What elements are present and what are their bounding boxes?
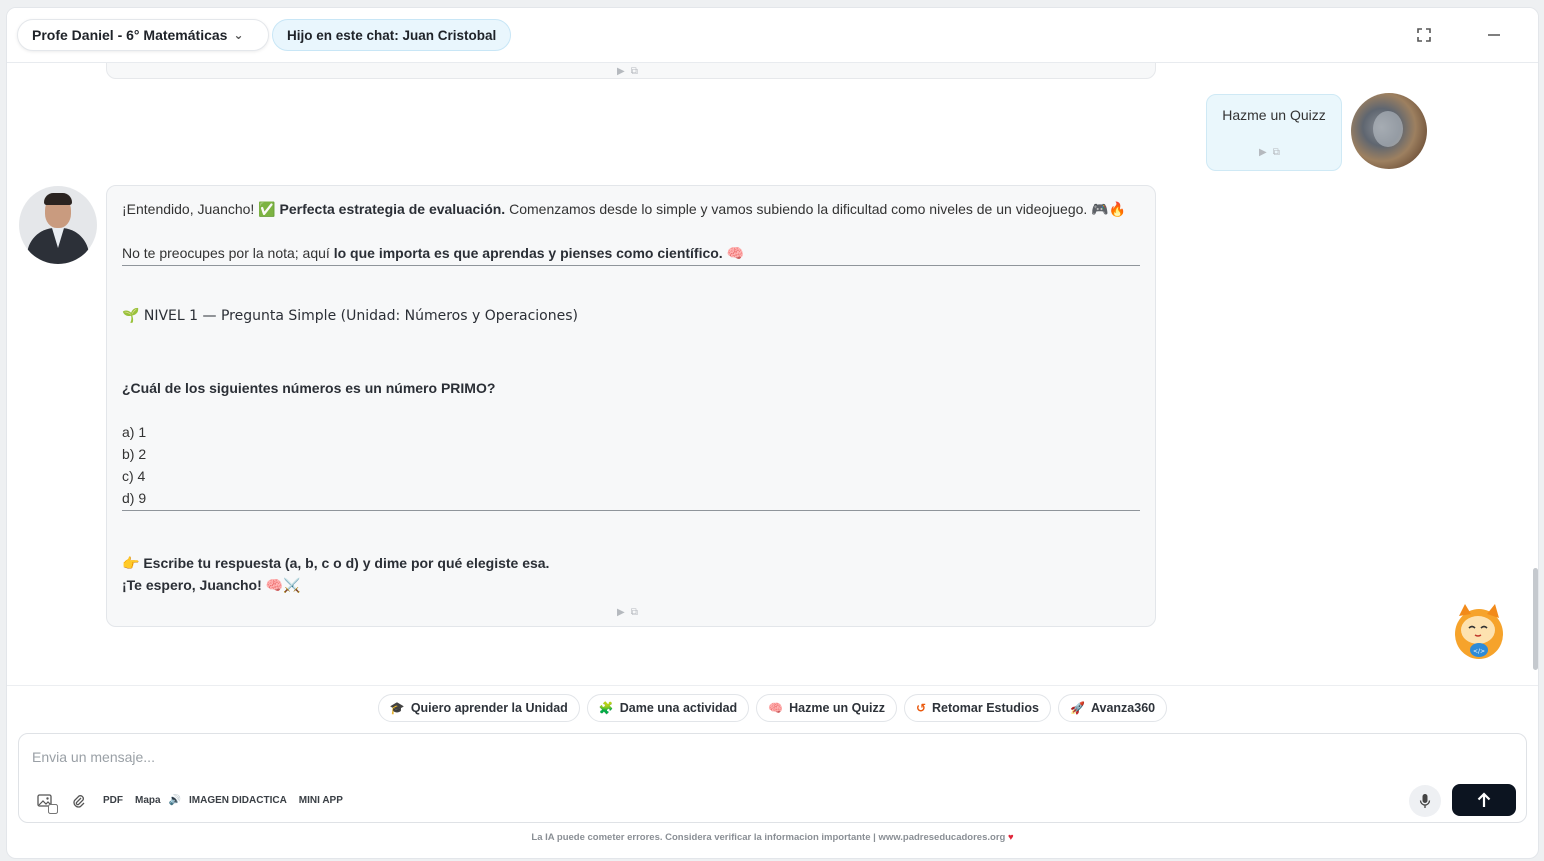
chat-header: Profe Daniel - 6° Matemáticas ⌄ Hijo en … xyxy=(7,8,1538,63)
chat-area: ▶ ⧉ Hazme un Quizz ▶ ⧉ ¡Entendido, Juanc… xyxy=(7,63,1538,685)
quick-action-avanza360[interactable]: 🚀 Avanza360 xyxy=(1058,694,1168,722)
quick-action-resume[interactable]: ↺ Retomar Estudios xyxy=(903,694,1051,722)
refresh-icon: ↺ xyxy=(915,701,927,715)
closing-line: ¡Te espero, Juancho! 🧠⚔️ xyxy=(122,577,301,593)
play-icon[interactable]: ▶ xyxy=(617,66,625,77)
composer-tools: PDF Mapa 🔊 IMAGEN DIDACTICA MINI APP xyxy=(35,792,343,814)
footer-disclaimer: La IA puede cometer errores. Considera v… xyxy=(531,832,1014,843)
answer-option: b) 2 xyxy=(122,446,147,462)
teacher-avatar xyxy=(19,186,97,264)
option-audio[interactable]: 🔊 xyxy=(48,794,182,814)
speaker-icon: 🔊 xyxy=(168,794,182,806)
option-mini-app[interactable]: MINI APP xyxy=(48,795,343,814)
option-mapa[interactable]: Mapa xyxy=(48,795,161,814)
option-imagen-didactica[interactable]: IMAGEN DIDACTICA xyxy=(48,795,287,814)
chat-window: Profe Daniel - 6° Matemáticas ⌄ Hijo en … xyxy=(6,7,1539,859)
level-heading: 🌱 NIVEL 1 — Pregunta Simple (Unidad: Núm… xyxy=(122,308,578,324)
quiz-question: ¿Cuál de los siguientes números es un nú… xyxy=(122,380,496,396)
answer-option: d) 9 xyxy=(122,490,147,506)
divider xyxy=(122,265,1140,266)
microphone-icon xyxy=(1419,794,1431,808)
chat-scrollbar[interactable] xyxy=(1533,568,1538,670)
graduation-cap-icon: 🎓 xyxy=(389,701,405,715)
quick-actions: 🎓 Quiero aprender la Unidad 🧩 Dame una a… xyxy=(7,685,1538,733)
option-pdf[interactable]: PDF xyxy=(48,795,123,814)
svg-text:</>: </> xyxy=(1473,648,1485,655)
divider xyxy=(122,510,1140,511)
minimize-icon[interactable] xyxy=(1484,25,1504,45)
previous-bot-message: ▶ ⧉ xyxy=(106,63,1156,79)
teacher-selector[interactable]: Profe Daniel - 6° Matemáticas ⌄ xyxy=(17,19,269,51)
arrow-up-icon xyxy=(1477,792,1491,807)
bot-message-bubble: ¡Entendido, Juancho! ✅ Perfecta estrateg… xyxy=(106,185,1156,627)
copy-icon[interactable]: ⧉ xyxy=(1273,147,1280,158)
puzzle-icon: 🧩 xyxy=(598,701,614,715)
user-message-bubble: Hazme un Quizz ▶ ⧉ xyxy=(1206,94,1342,171)
play-icon[interactable]: ▶ xyxy=(1259,147,1267,158)
copy-icon[interactable]: ⧉ xyxy=(631,66,638,77)
answer-option: a) 1 xyxy=(122,424,147,440)
user-avatar xyxy=(1351,93,1427,169)
mini-app-checkbox[interactable] xyxy=(48,804,58,814)
teacher-selector-label: Profe Daniel - 6° Matemáticas xyxy=(32,27,228,43)
paperclip-icon[interactable] xyxy=(69,792,87,808)
child-badge: Hijo en este chat: Juan Cristobal xyxy=(272,19,511,51)
chevron-down-icon: ⌄ xyxy=(233,28,244,42)
mascot-icon[interactable]: </> xyxy=(1451,600,1507,662)
answer-options: a) 1 b) 2 c) 4 d) 9 xyxy=(122,421,1140,509)
user-message-text: Hazme un Quizz xyxy=(1222,107,1326,123)
heart-icon: ♥ xyxy=(1007,832,1014,843)
quick-action-learn-unit[interactable]: 🎓 Quiero aprender la Unidad xyxy=(377,694,580,722)
message-composer: PDF Mapa 🔊 IMAGEN DIDACTICA MINI APP xyxy=(18,733,1527,823)
quick-action-activity[interactable]: 🧩 Dame una actividad xyxy=(586,694,750,722)
child-badge-label: Hijo en este chat: Juan Cristobal xyxy=(287,27,497,43)
instruction-line: 👉 Escribe tu respuesta (a, b, c o d) y d… xyxy=(122,555,550,571)
brain-icon: 🧠 xyxy=(768,701,784,715)
send-button[interactable] xyxy=(1452,784,1516,816)
message-input[interactable] xyxy=(32,746,1332,768)
rocket-icon: 🚀 xyxy=(1070,701,1085,715)
microphone-button[interactable] xyxy=(1409,785,1441,817)
play-icon[interactable]: ▶ xyxy=(617,602,625,624)
copy-icon[interactable]: ⧉ xyxy=(631,602,638,624)
fullscreen-icon[interactable] xyxy=(1414,25,1434,45)
answer-option: c) 4 xyxy=(122,468,146,484)
quick-action-quiz[interactable]: 🧠 Hazme un Quizz xyxy=(756,694,897,722)
bot-intro-line: ¡Entendido, Juancho! ✅ Perfecta estrateg… xyxy=(122,201,1127,217)
bot-reassurance-line: No te preocupes por la nota; aquí lo que… xyxy=(122,245,745,261)
